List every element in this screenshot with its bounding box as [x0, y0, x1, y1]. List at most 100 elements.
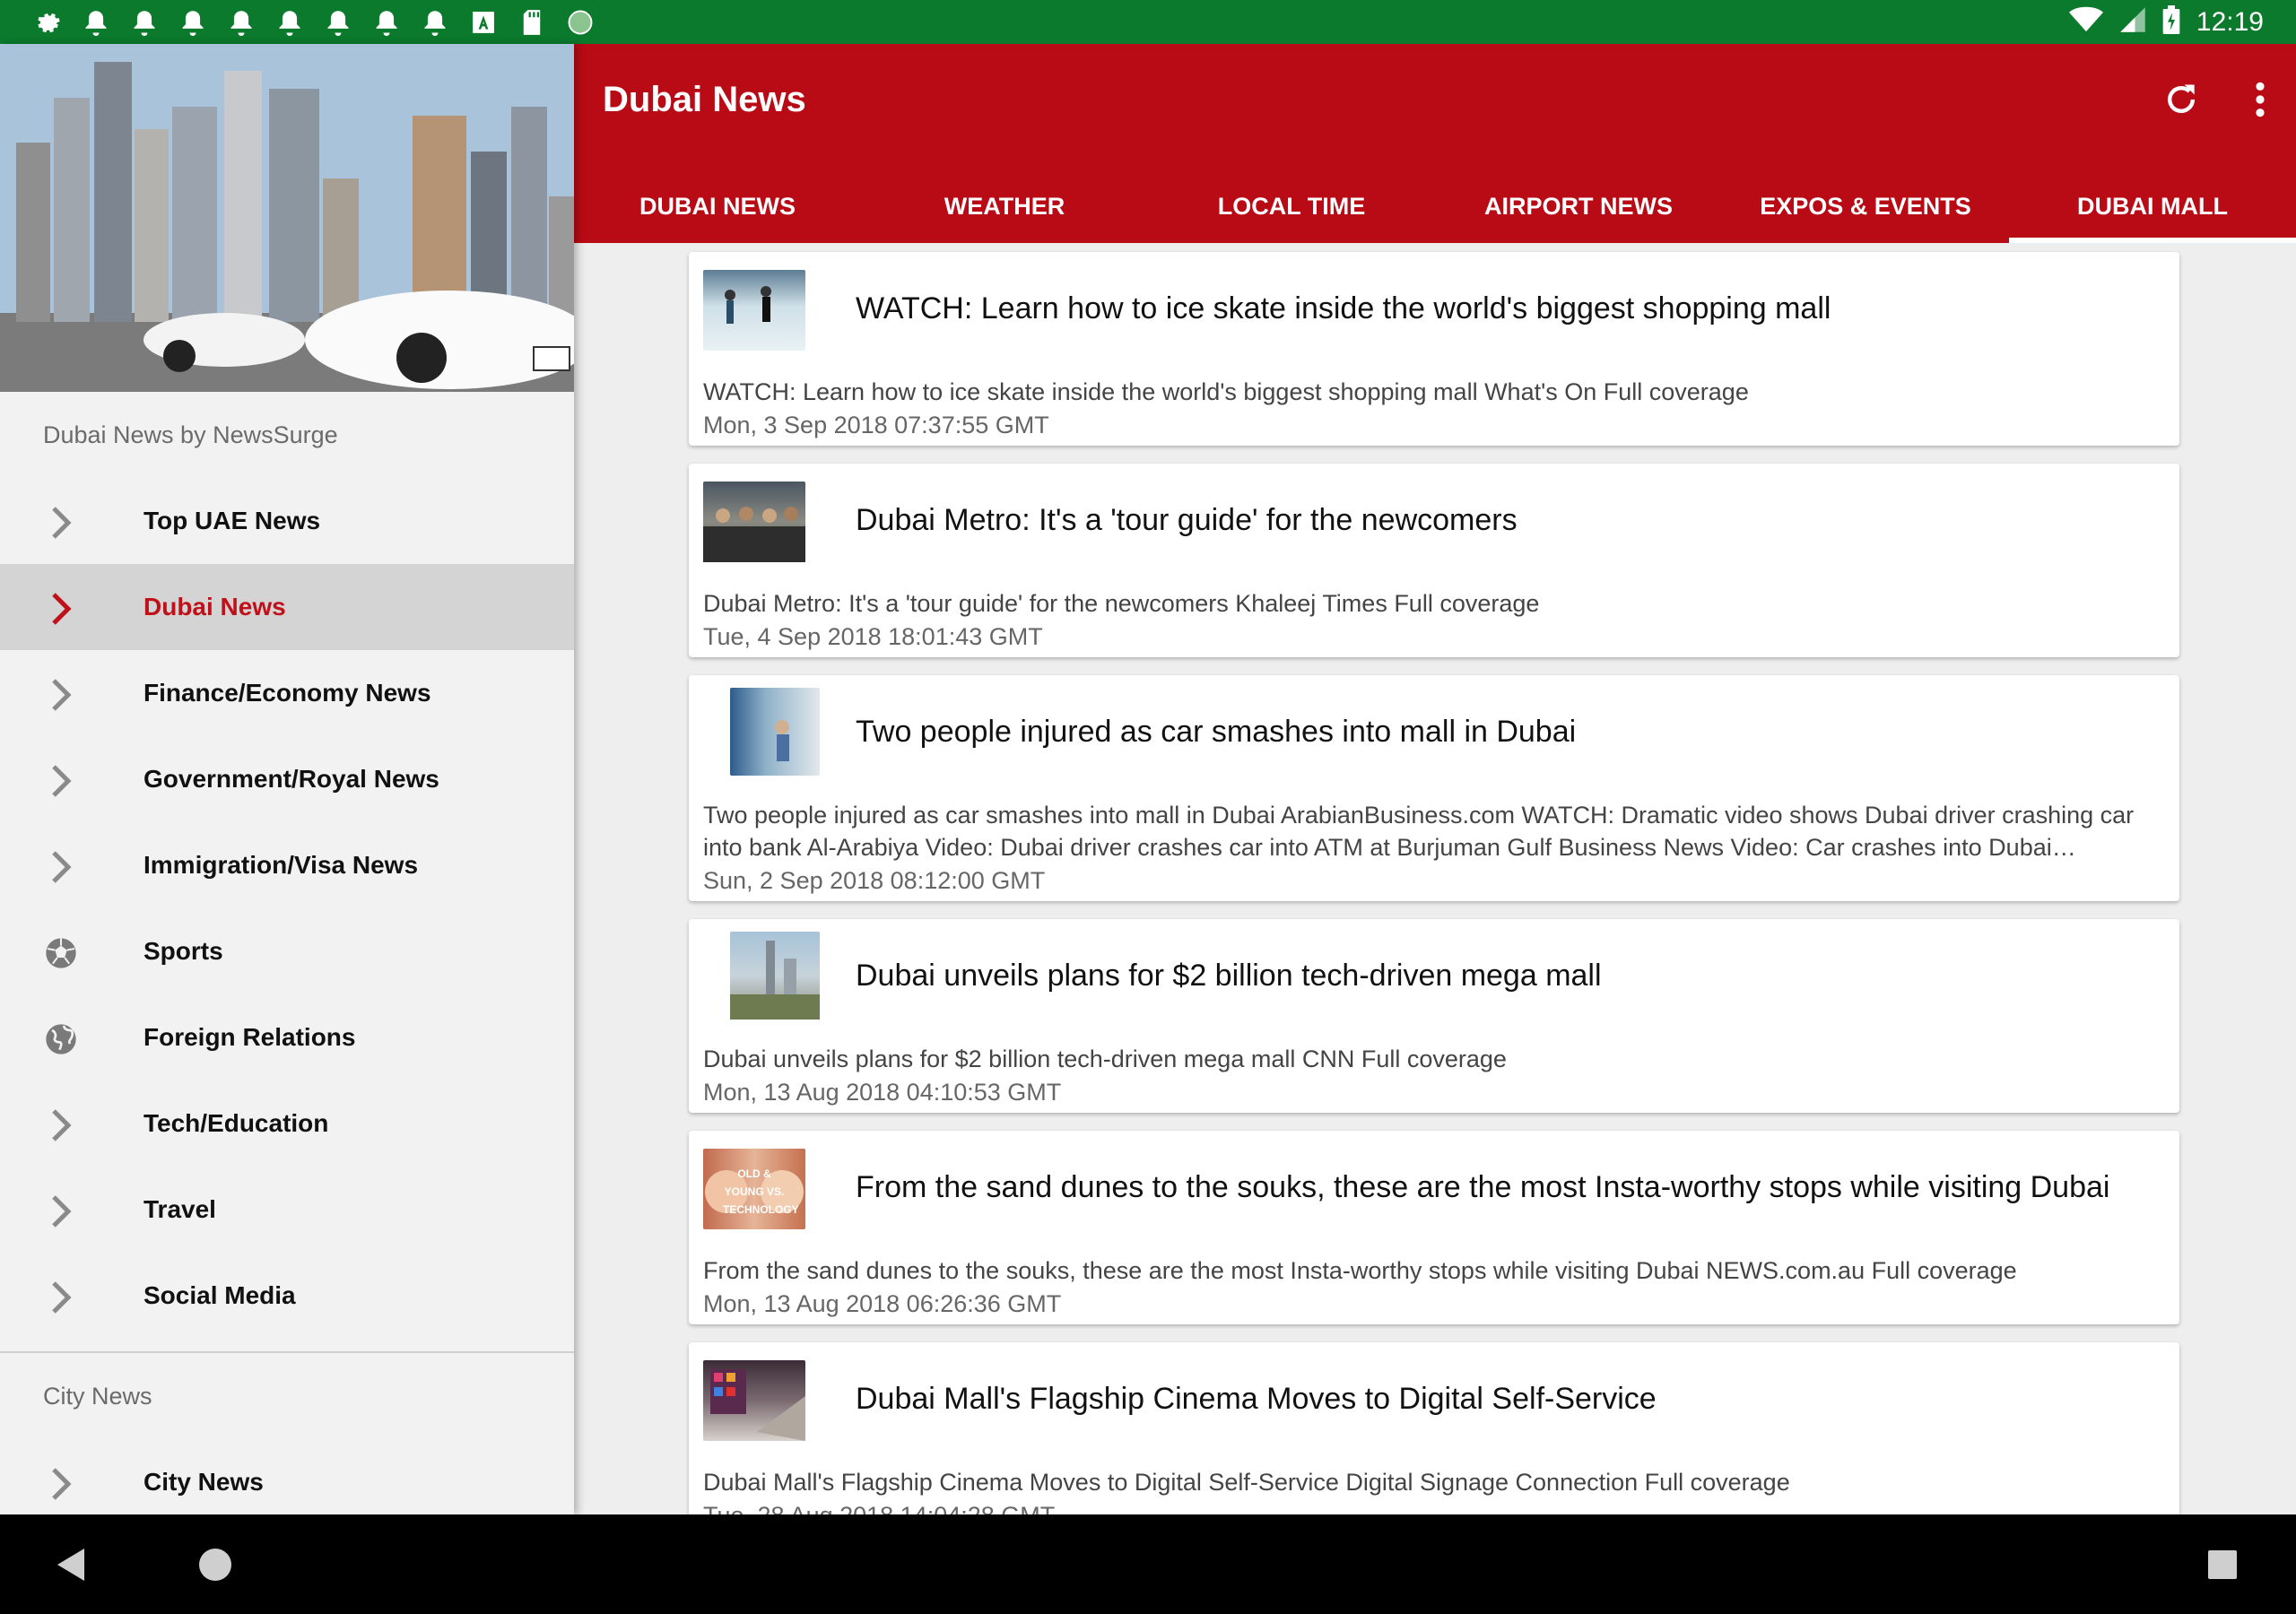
drawer-item-immigration-visa-news[interactable]: Immigration/Visa News: [0, 822, 574, 908]
article-summary: Dubai unveils plans for $2 billion tech-…: [703, 1046, 1507, 1072]
article-headline: Two people injured as car smashes into m…: [856, 715, 1577, 749]
wifi-icon: [2068, 6, 2103, 38]
drawer-item-label: City News: [144, 1468, 264, 1496]
article-thumbnail: [703, 1360, 805, 1441]
tab-airport-news[interactable]: AIRPORT NEWS: [1435, 169, 1722, 243]
drawer-header-image: [0, 44, 574, 392]
chevron-right-icon: [43, 763, 79, 799]
tab-local-time[interactable]: LOCAL TIME: [1148, 169, 1435, 243]
chevron-right-icon: [43, 849, 79, 885]
app-bar: Dubai News DUBAI NEWS WEATHER LOCAL TIME…: [574, 44, 2296, 243]
article-summary: Two people injured as car smashes into m…: [703, 802, 2135, 861]
drawer-item-tech-education[interactable]: Tech/Education: [0, 1080, 574, 1167]
article-headline: WATCH: Learn how to ice skate inside the…: [856, 291, 1831, 325]
clock: 12:19: [2196, 6, 2264, 37]
article-date: Mon, 13 Aug 2018 04:10:53 GMT: [703, 1079, 1062, 1106]
drawer-item-government-royal-news[interactable]: Government/Royal News: [0, 736, 574, 822]
back-triangle-icon[interactable]: [56, 1547, 86, 1587]
bell-icon: [81, 7, 111, 38]
article-list[interactable]: WATCH: Learn how to ice skate inside the…: [574, 243, 2296, 1514]
article-thumbnail: [730, 688, 820, 776]
drawer-item-label: Sports: [144, 937, 223, 965]
thumbnail-caption: OLD & YOUNG VS. TECHNOLOGY: [723, 1167, 799, 1216]
article-thumbnail: [730, 932, 820, 1020]
drawer-item-label: Finance/Economy News: [144, 679, 431, 707]
drawer-section-title: Dubai News by NewsSurge: [43, 421, 338, 448]
chevron-right-icon: [43, 591, 79, 627]
article-headline: Dubai unveils plans for $2 billion tech-…: [856, 959, 1602, 993]
article-thumbnail: OLD & YOUNG VS. TECHNOLOGY: [703, 1149, 805, 1229]
tab-bar: DUBAI NEWS WEATHER LOCAL TIME AIRPORT NE…: [574, 169, 2296, 243]
article-summary: Dubai Metro: It's a 'tour guide' for the…: [703, 590, 1540, 617]
article-thumbnail: [703, 482, 805, 562]
article-date: Mon, 13 Aug 2018 06:26:36 GMT: [703, 1290, 1062, 1317]
article-card[interactable]: Dubai unveils plans for $2 billion tech-…: [689, 919, 2179, 1113]
more-vert-icon[interactable]: [2251, 80, 2269, 124]
chevron-right-icon: [43, 1107, 79, 1143]
article-card[interactable]: Dubai Metro: It's a 'tour guide' for the…: [689, 464, 2179, 657]
home-circle-icon[interactable]: [197, 1547, 233, 1587]
drawer-item-city-news[interactable]: City News: [0, 1439, 574, 1514]
drawer-item-social-media[interactable]: Social Media: [0, 1253, 574, 1339]
tab-dubai-mall[interactable]: DUBAI MALL: [2009, 169, 2296, 243]
drawer-item-label: Tech/Education: [144, 1109, 329, 1137]
article-card[interactable]: Dubai Mall's Flagship Cinema Moves to Di…: [689, 1342, 2179, 1514]
article-date: Tue, 4 Sep 2018 18:01:43 GMT: [703, 623, 1043, 650]
signal-icon: [2119, 6, 2146, 38]
system-nav-bar: [0, 1514, 2296, 1614]
app-title: Dubai News: [603, 80, 806, 119]
tab-dubai-news[interactable]: DUBAI NEWS: [574, 169, 861, 243]
recents-square-icon[interactable]: [2206, 1549, 2239, 1585]
article-summary: Dubai Mall's Flagship Cinema Moves to Di…: [703, 1469, 1790, 1496]
drawer-item-label: Top UAE News: [144, 507, 321, 534]
battery-icon: [2162, 5, 2180, 39]
bell-icon: [226, 7, 257, 38]
drawer-item-sports[interactable]: Sports: [0, 908, 574, 994]
drawer-item-label: Dubai News: [144, 593, 286, 620]
drawer-item-dubai-news[interactable]: Dubai News: [0, 564, 574, 650]
drawer-item-label: Government/Royal News: [144, 765, 439, 793]
article-date: Tue, 28 Aug 2018 14:04:28 GMT: [703, 1502, 1055, 1514]
notification-icons: [32, 7, 596, 38]
drawer-item-travel[interactable]: Travel: [0, 1167, 574, 1253]
article-thumbnail: [703, 270, 805, 351]
article-card[interactable]: Two people injured as car smashes into m…: [689, 675, 2179, 901]
chevron-right-icon: [43, 1466, 79, 1502]
drawer-item-label: Travel: [144, 1195, 216, 1223]
article-summary: WATCH: Learn how to ice skate inside the…: [703, 378, 1749, 405]
chevron-right-icon: [43, 1193, 79, 1229]
bell-icon: [371, 7, 402, 38]
article-card[interactable]: WATCH: Learn how to ice skate inside the…: [689, 252, 2179, 446]
bell-icon: [129, 7, 160, 38]
chevron-right-icon: [43, 677, 79, 713]
drawer-item-top-uae-news[interactable]: Top UAE News: [0, 478, 574, 564]
bell-icon: [420, 7, 450, 38]
drawer-section2-title: City News: [43, 1382, 152, 1410]
sd-card-icon: [517, 7, 547, 38]
article-headline: From the sand dunes to the souks, these …: [856, 1170, 2110, 1204]
drawer-item-label: Social Media: [144, 1281, 296, 1309]
bell-icon: [178, 7, 208, 38]
refresh-icon[interactable]: [2161, 80, 2201, 124]
chevron-right-icon: [43, 505, 79, 541]
circle-icon: [565, 7, 596, 38]
tab-weather[interactable]: WEATHER: [861, 169, 1148, 243]
article-date: Mon, 3 Sep 2018 07:37:55 GMT: [703, 412, 1049, 438]
status-bar: 12:19: [0, 0, 2296, 44]
drawer-item-finance-economy-news[interactable]: Finance/Economy News: [0, 650, 574, 736]
article-date: Sun, 2 Sep 2018 08:12:00 GMT: [703, 867, 1046, 894]
bell-icon: [274, 7, 305, 38]
article-headline: Dubai Metro: It's a 'tour guide' for the…: [856, 503, 1518, 537]
article-headline: Dubai Mall's Flagship Cinema Moves to Di…: [856, 1382, 1657, 1416]
drawer-item-label: Immigration/Visa News: [144, 851, 419, 879]
article-summary: From the sand dunes to the souks, these …: [703, 1257, 2017, 1284]
globe-icon: [43, 1021, 79, 1057]
a-icon: [468, 7, 499, 38]
tab-expos-events[interactable]: EXPOS & EVENTS: [1722, 169, 2009, 243]
drawer-item-foreign-relations[interactable]: Foreign Relations: [0, 994, 574, 1080]
system-status-icons: 12:19: [2068, 5, 2264, 39]
app-bar-actions: [2161, 80, 2269, 124]
article-card[interactable]: OLD & YOUNG VS. TECHNOLOGY From the sand…: [689, 1131, 2179, 1324]
drawer-item-label: Foreign Relations: [144, 1023, 356, 1051]
navigation-drawer: Dubai News by NewsSurge Top UAE News Dub…: [0, 44, 574, 1514]
